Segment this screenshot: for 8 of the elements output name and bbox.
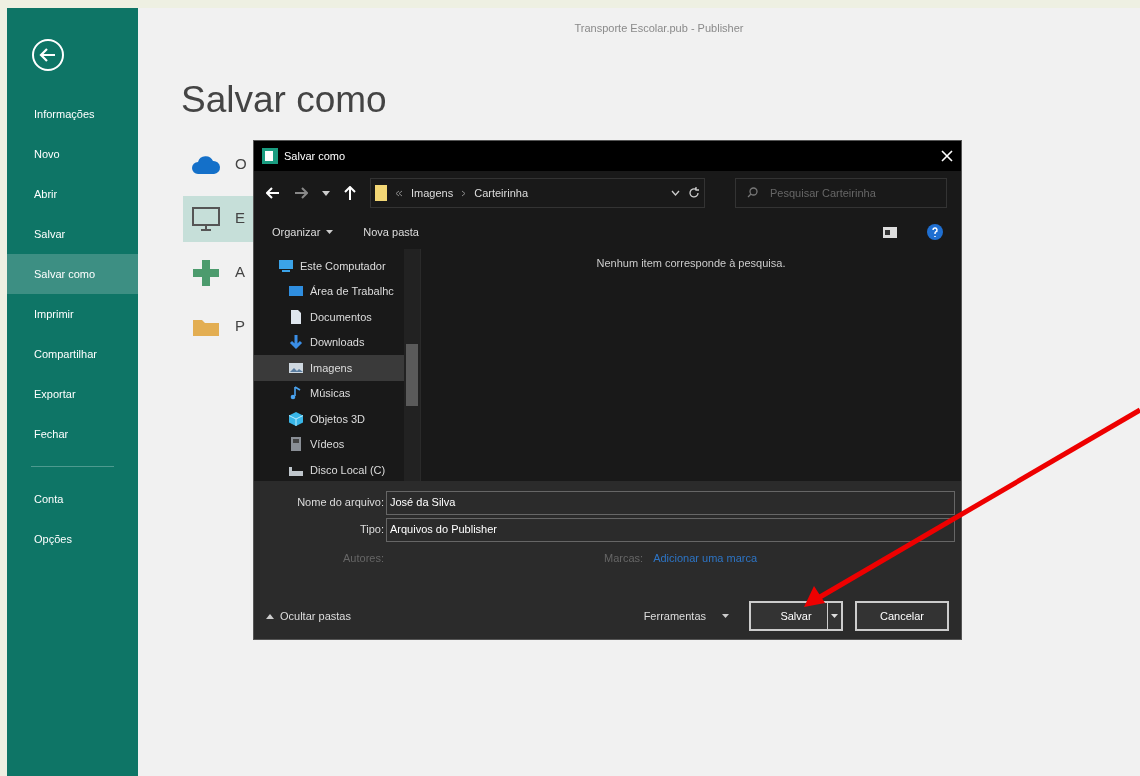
page-title: Salvar como — [181, 80, 387, 118]
dialog-title: Salvar como — [284, 148, 346, 164]
field-label: Tipo: — [358, 522, 385, 538]
authors-label: Autores: — [342, 550, 384, 566]
empty-message: Nenhum item corresponde à pesquisa. — [596, 256, 786, 271]
tags-label: Marcas: — [604, 550, 644, 566]
window-title: Transporte Escolar.pub - Publisher — [574, 21, 744, 36]
field-label: Nome do arquivo: — [296, 495, 385, 511]
